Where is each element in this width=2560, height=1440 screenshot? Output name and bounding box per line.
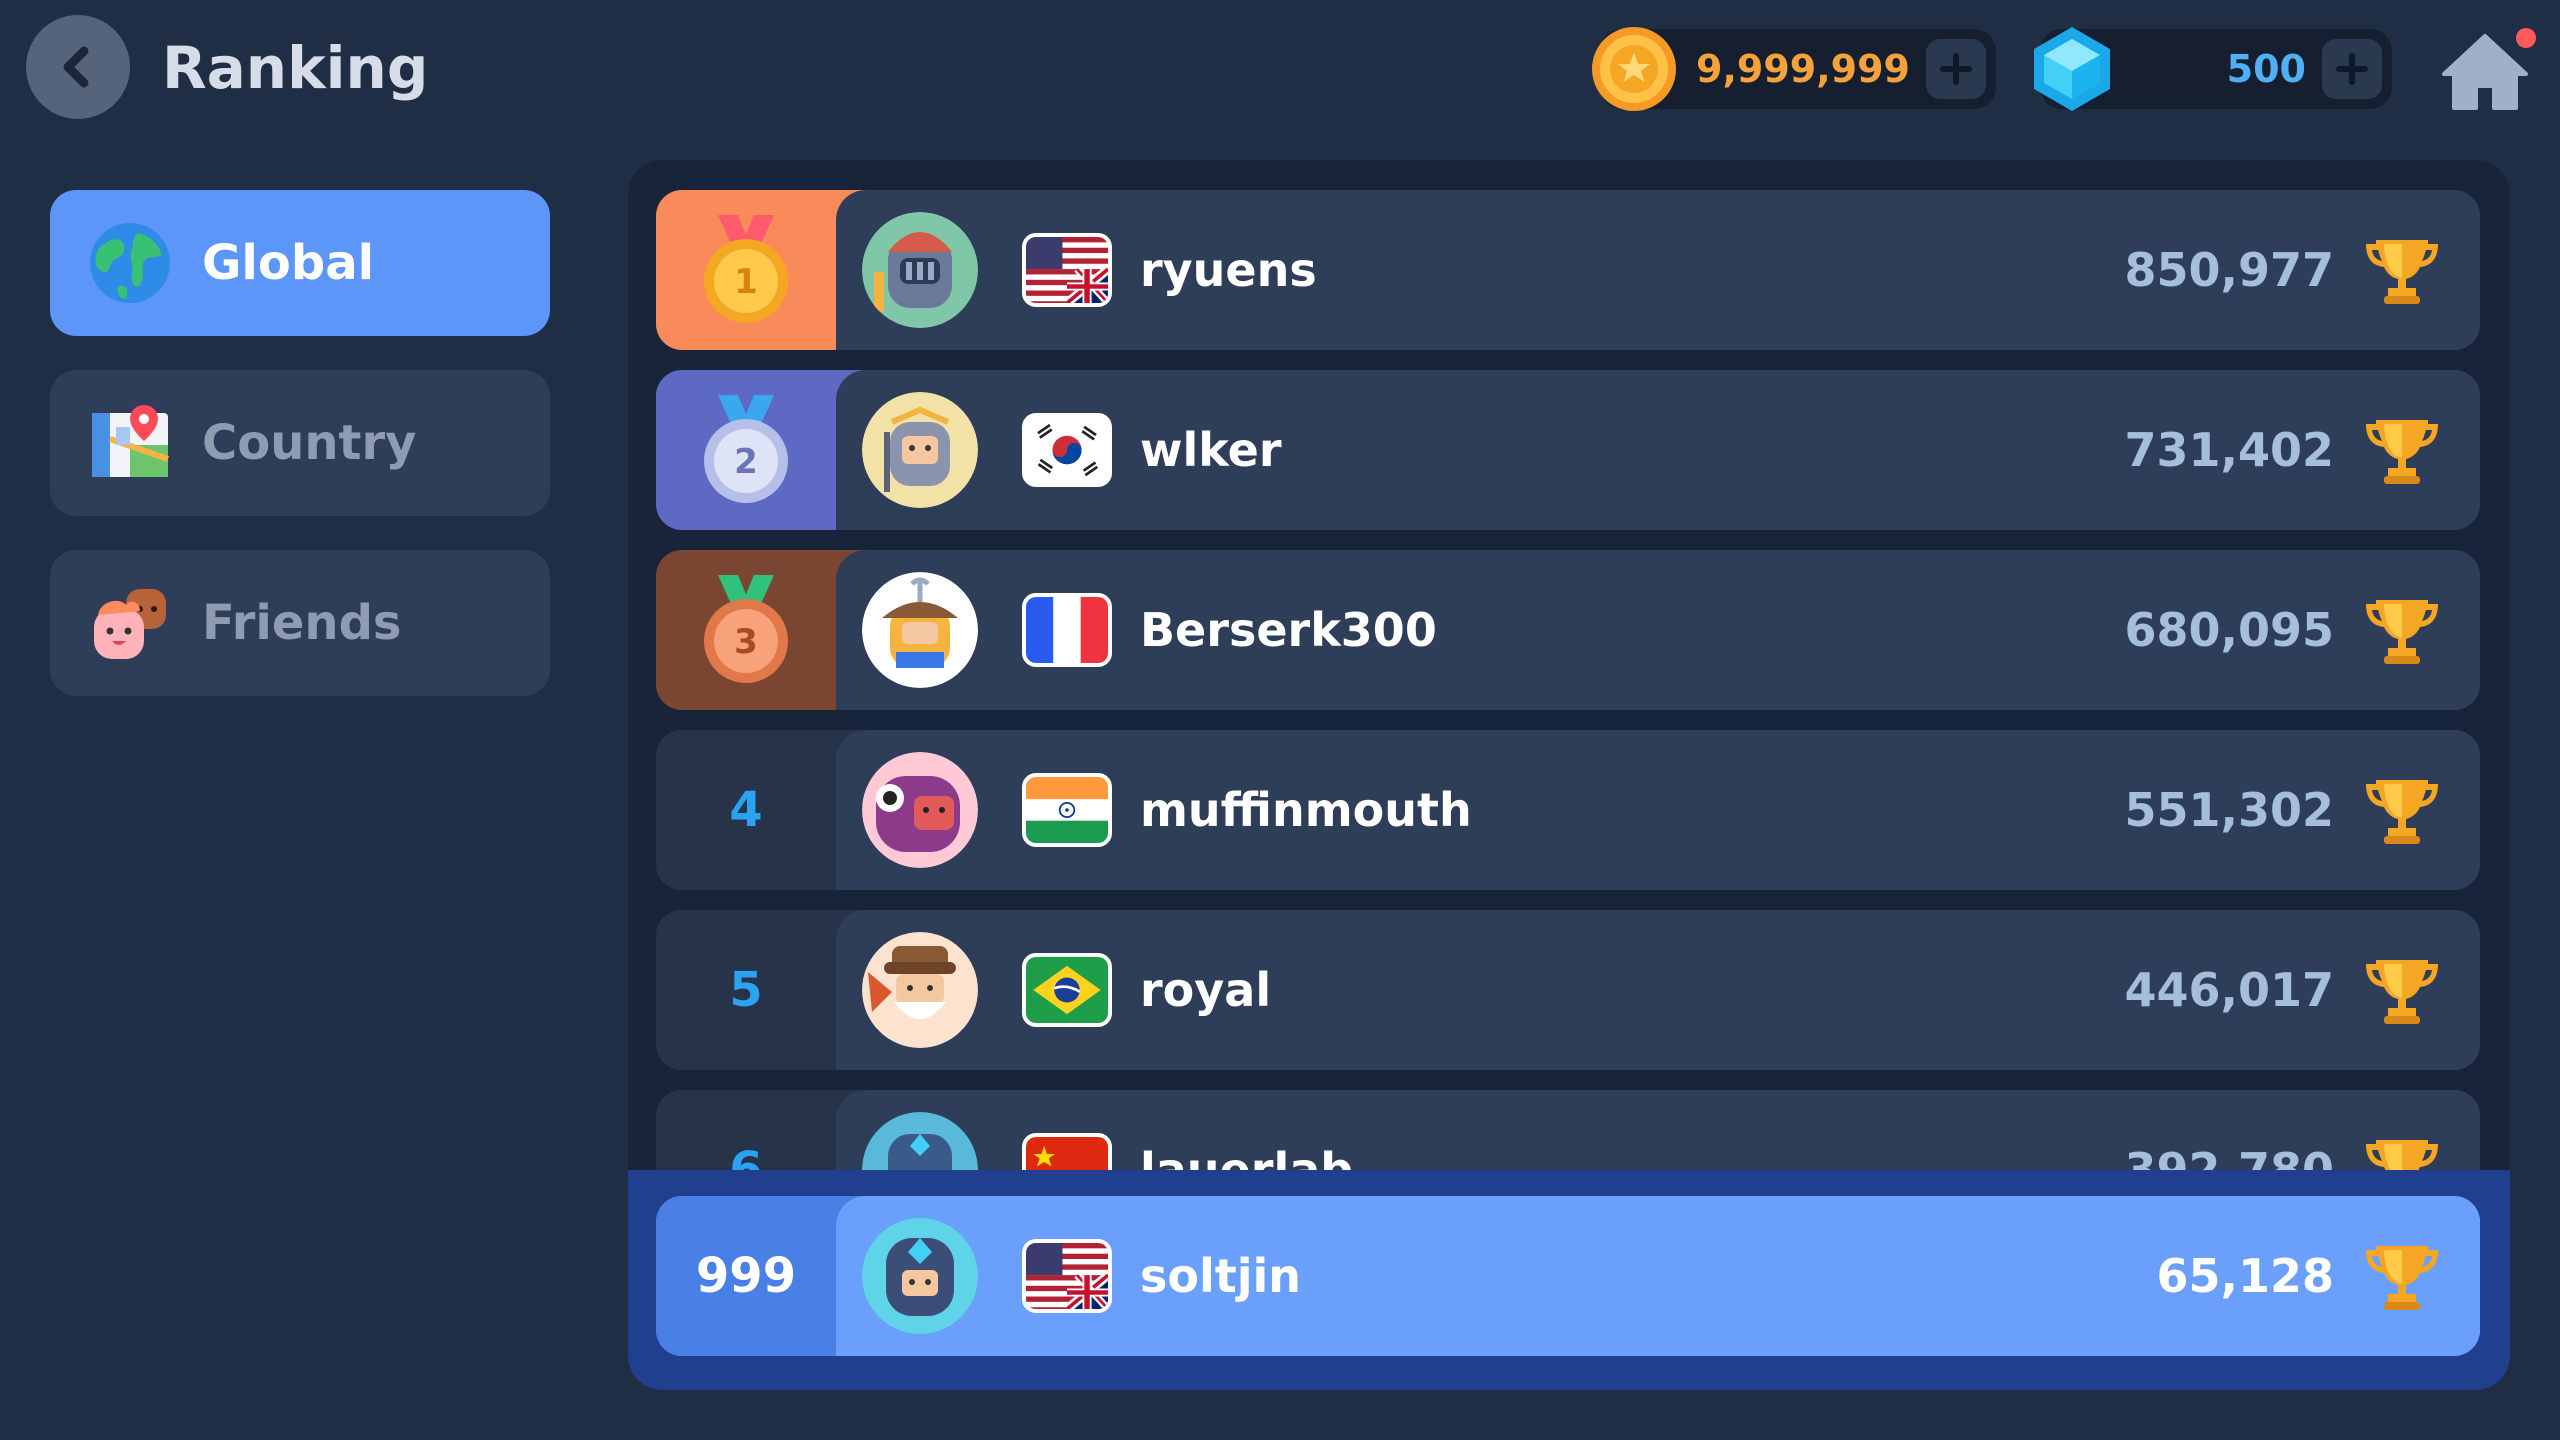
gem-counter: 500	[2034, 27, 2392, 111]
home-icon	[2442, 34, 2528, 110]
player-score: 551,302	[2124, 783, 2334, 837]
tab-country-label: Country	[202, 415, 417, 471]
coin-amount: 9,999,999	[1696, 47, 1910, 91]
ranking-panel[interactable]: 1 ryuens 850,977 2 wlker 731,402 3 Berse…	[628, 160, 2510, 1390]
gem-amount: 500	[2226, 47, 2306, 91]
avatar	[862, 572, 978, 688]
bronze-medal-icon: 3	[704, 575, 788, 683]
silver-medal-icon: 2	[704, 395, 788, 503]
trophy-icon	[2362, 954, 2442, 1026]
avatar	[862, 752, 978, 868]
player-name: soltjin	[1140, 1249, 1302, 1303]
rank-number: 5	[656, 910, 866, 1070]
trophy-icon	[2362, 234, 2442, 306]
trophy-icon	[2362, 1134, 2442, 1170]
chevron-left-icon	[63, 46, 89, 88]
svg-text:2: 2	[734, 442, 758, 482]
back-button[interactable]	[26, 15, 130, 119]
player-name: ryuens	[1140, 243, 1317, 297]
map-icon	[92, 405, 169, 477]
flag-icon	[1022, 1239, 1112, 1313]
tab-friends-label: Friends	[202, 595, 402, 651]
add-gems-button[interactable]	[2322, 39, 2382, 99]
flag-icon	[1022, 953, 1112, 1027]
player-score: 731,402	[2124, 423, 2334, 477]
table-row[interactable]: 2 wlker 731,402	[656, 370, 2480, 530]
table-row[interactable]: 3 Berserk300 680,095	[656, 550, 2480, 710]
player-name: muffinmouth	[1140, 783, 1472, 837]
trophy-icon	[2362, 414, 2442, 486]
table-row[interactable]: 4 muffinmouth 551,302	[656, 730, 2480, 890]
trophy-icon	[2362, 1240, 2442, 1312]
flag-icon	[1022, 773, 1112, 847]
player-score: 392,780	[2124, 1143, 2334, 1170]
flag-icon	[1022, 233, 1112, 307]
avatar	[862, 392, 978, 508]
globe-icon	[90, 223, 170, 303]
avatar	[862, 932, 978, 1048]
flag-icon	[1022, 593, 1112, 667]
rank-cell: 3	[656, 550, 866, 710]
trophy-icon	[2362, 594, 2442, 666]
rank-number: 4	[656, 730, 866, 890]
rank-cell: 1	[656, 190, 866, 350]
table-row[interactable]: 6 lauerlab 392,780	[656, 1090, 2480, 1170]
player-name: lauerlab	[1140, 1143, 1354, 1170]
player-score: 446,017	[2124, 963, 2334, 1017]
rank-number: 999	[656, 1196, 866, 1356]
table-row[interactable]: 5 royal 446,017	[656, 910, 2480, 1070]
table-row[interactable]: 1 ryuens 850,977	[656, 190, 2480, 350]
player-score: 850,977	[2124, 243, 2334, 297]
add-coins-button[interactable]	[1926, 39, 1986, 99]
home-button[interactable]	[2442, 28, 2536, 112]
gold-medal-icon: 1	[704, 215, 788, 323]
notification-dot	[2516, 28, 2536, 48]
coin-icon	[1590, 25, 1678, 117]
svg-text:3: 3	[734, 622, 758, 662]
svg-text:1: 1	[734, 262, 758, 302]
avatar	[862, 1218, 978, 1334]
flag-icon	[1022, 1133, 1112, 1170]
gem-icon	[2030, 25, 2114, 117]
tab-global[interactable]: Global	[50, 190, 550, 336]
player-name: Berserk300	[1140, 603, 1437, 657]
tab-friends[interactable]: Friends	[50, 550, 550, 696]
player-score: 65,128	[2156, 1249, 2334, 1303]
player-name: royal	[1140, 963, 1272, 1017]
ranking-list[interactable]: 1 ryuens 850,977 2 wlker 731,402 3 Berse…	[628, 160, 2510, 1170]
friends-icon	[94, 589, 166, 659]
rank-cell: 2	[656, 370, 866, 530]
tab-global-label: Global	[202, 235, 375, 291]
player-score: 680,095	[2124, 603, 2334, 657]
my-rank-row[interactable]: 999 soltjin 65,128	[656, 1196, 2480, 1356]
flag-icon	[1022, 413, 1112, 487]
avatar	[862, 212, 978, 328]
tab-country[interactable]: Country	[50, 370, 550, 516]
player-name: wlker	[1140, 423, 1282, 477]
plus-icon	[2336, 53, 2368, 85]
coin-counter: 9,999,999	[1592, 27, 1996, 111]
rank-number: 6	[656, 1090, 866, 1170]
plus-icon	[1940, 53, 1972, 85]
trophy-icon	[2362, 774, 2442, 846]
page-title: Ranking	[162, 34, 429, 102]
